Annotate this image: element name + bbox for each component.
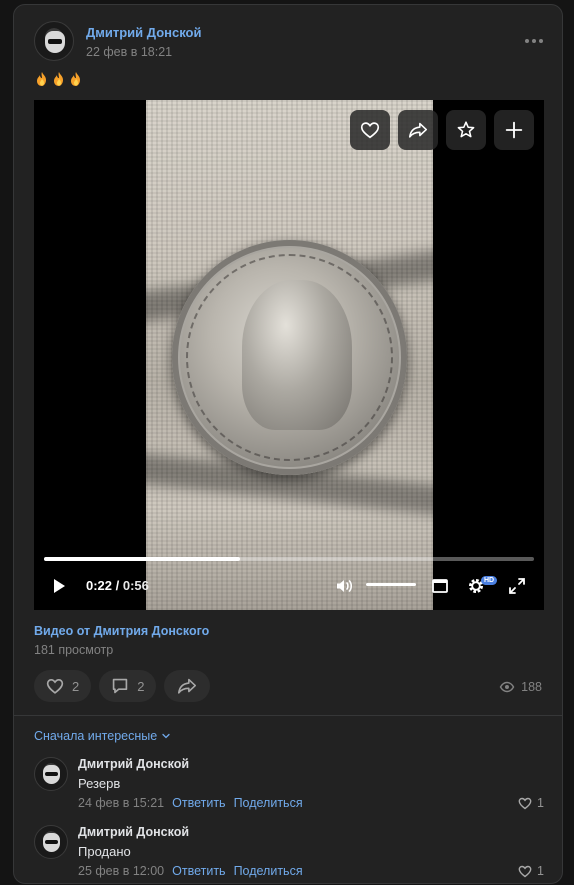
eye-icon: [499, 681, 515, 693]
comment-count: 2: [137, 678, 145, 694]
plus-icon: [505, 121, 523, 139]
comment-item: Дмитрий Донской Продано 25 фев в 12:00 О…: [34, 825, 544, 885]
comment-icon: [112, 678, 128, 694]
post-actions: 2 2: [34, 670, 211, 702]
comment-date[interactable]: 25 фев в 12:00: [78, 864, 164, 878]
volume-slider[interactable]: [366, 583, 416, 586]
share-link[interactable]: Поделиться: [234, 864, 303, 878]
comment-meta: 24 фев в 15:21 Ответить Поделиться: [78, 796, 303, 810]
chevron-down-icon: [162, 733, 170, 739]
post-card: Дмитрий Донской 22 фев в 18:21 0:22 / 0:…: [13, 4, 563, 884]
video-title-link[interactable]: Видео от Дмитрия Донского: [34, 624, 209, 638]
video-player[interactable]: 0:22 / 0:56 HD: [34, 100, 544, 610]
comment-avatar[interactable]: [34, 825, 68, 859]
like-count: 2: [72, 678, 80, 694]
comment-text: Продано: [78, 844, 131, 859]
hd-badge: HD: [481, 576, 498, 585]
post-views-count: 188: [521, 680, 542, 694]
post-header: Дмитрий Донской 22 фев в 18:21: [34, 21, 544, 63]
heart-icon: [518, 797, 532, 810]
video-share-button[interactable]: [398, 110, 438, 150]
author-avatar[interactable]: [34, 21, 74, 61]
heart-icon: [46, 679, 64, 694]
star-icon: [457, 121, 475, 138]
comment-like-button[interactable]: 1: [517, 863, 544, 879]
video-like-button[interactable]: [350, 110, 390, 150]
share-icon: [178, 678, 197, 694]
fire-emoji: [51, 71, 67, 87]
heart-icon: [518, 865, 532, 878]
post-views: 188: [499, 679, 542, 695]
reply-link[interactable]: Ответить: [172, 796, 225, 810]
more-horizontal-icon[interactable]: [524, 33, 544, 49]
comment-date[interactable]: 24 фев в 15:21: [78, 796, 164, 810]
fire-emoji: [68, 71, 84, 87]
comment-like-count: 1: [537, 864, 544, 878]
comment-avatar[interactable]: [34, 757, 68, 791]
comment-like-button[interactable]: 1: [517, 795, 544, 811]
sort-label: Сначала интересные: [34, 729, 158, 743]
miniplayer-button[interactable]: [428, 574, 452, 598]
volume-icon: [337, 580, 353, 592]
comments-sort-dropdown[interactable]: Сначала интересные: [34, 729, 171, 743]
divider: [14, 715, 562, 716]
play-button[interactable]: [48, 574, 70, 598]
share-icon: [408, 122, 428, 138]
video-time: 0:22 / 0:56: [86, 578, 149, 593]
fire-emoji: [34, 71, 50, 87]
video-progress-bar[interactable]: [44, 557, 534, 561]
post-date[interactable]: 22 фев в 18:21: [86, 45, 172, 59]
video-favorite-button[interactable]: [446, 110, 486, 150]
comment-author[interactable]: Дмитрий Донской: [78, 825, 189, 839]
comment-like-count: 1: [537, 796, 544, 810]
video-views: 181 просмотр: [34, 643, 114, 657]
like-button[interactable]: 2: [34, 670, 92, 702]
comment-button[interactable]: 2: [99, 670, 157, 702]
fullscreen-icon: [509, 578, 525, 594]
video-progress-fill: [44, 557, 240, 561]
miniplayer-icon: [432, 579, 448, 593]
coin-image: [172, 240, 407, 475]
volume-button[interactable]: [332, 574, 356, 598]
video-frame: [146, 100, 433, 610]
fullscreen-button[interactable]: [506, 574, 528, 598]
comment-author[interactable]: Дмитрий Донской: [78, 757, 189, 771]
post-text: [34, 69, 85, 89]
reply-link[interactable]: Ответить: [172, 864, 225, 878]
comment-item: Дмитрий Донской Резерв 24 фев в 15:21 От…: [34, 757, 544, 817]
author-name[interactable]: Дмитрий Донской: [86, 25, 201, 40]
share-link[interactable]: Поделиться: [234, 796, 303, 810]
comment-meta: 25 фев в 12:00 Ответить Поделиться: [78, 864, 303, 878]
play-icon: [54, 579, 65, 593]
video-add-button[interactable]: [494, 110, 534, 150]
comment-text: Резерв: [78, 776, 121, 791]
heart-icon: [360, 122, 380, 139]
share-button[interactable]: [164, 670, 211, 702]
